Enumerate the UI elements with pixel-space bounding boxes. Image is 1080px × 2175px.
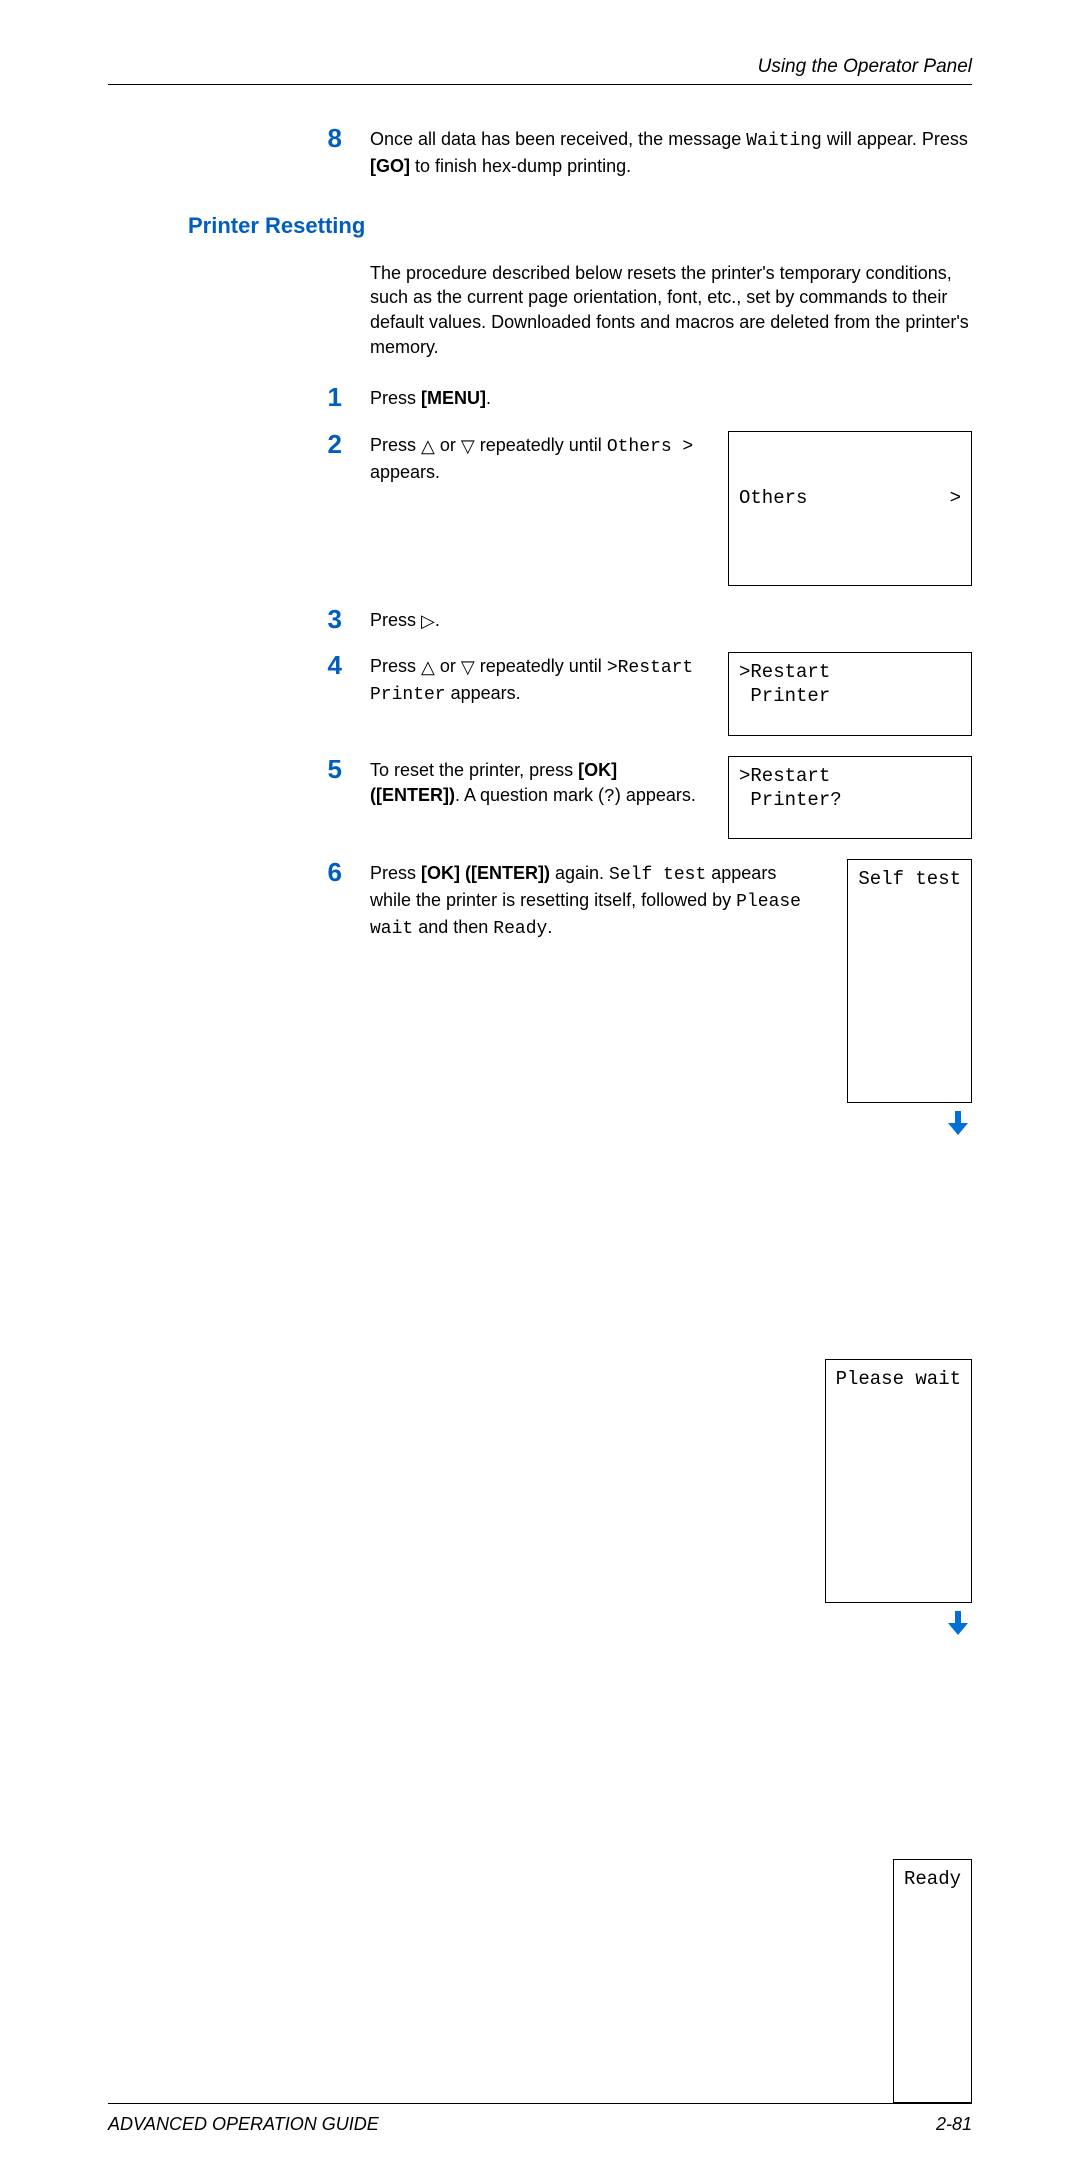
intro-paragraph: The procedure described below resets the… xyxy=(370,261,972,360)
step-2: 2 Press △ or ▽ repeatedly until Others >… xyxy=(108,431,972,586)
lcd-display-please-wait: Please wait xyxy=(825,1359,972,1603)
header-section-title: Using the Operator Panel xyxy=(758,56,972,77)
lcd-text-right: > xyxy=(950,487,961,511)
right-triangle-icon: ▷ xyxy=(421,611,435,631)
lcd-display-ready: Ready xyxy=(893,1859,972,2103)
lcd-display-restart-printer-confirm: >Restart Printer? xyxy=(728,756,972,840)
step-number: 2 xyxy=(302,431,370,457)
question-mark: ? xyxy=(604,787,615,807)
step-8: 8 Once all data has been received, the m… xyxy=(108,125,972,179)
menu-others: Others > xyxy=(607,437,693,457)
lcd-sequence: Self test Please wait Ready xyxy=(825,859,972,2103)
key-go: [GO] xyxy=(370,156,410,176)
step-number: 1 xyxy=(302,384,370,410)
arrow-down-icon xyxy=(944,1603,972,1859)
step-text: Press [MENU]. xyxy=(370,384,972,411)
page: Using the Operator Panel 8 Once all data… xyxy=(0,0,1080,2175)
step-number: 8 xyxy=(302,125,370,151)
step-3: 3 Press ▷. xyxy=(108,606,972,633)
lcd-text: >Restart Printer xyxy=(739,661,830,707)
step-4: 4 Press △ or ▽ repeatedly until >Restart… xyxy=(108,652,972,736)
step-text: Press [OK] ([ENTER]) again. Self test ap… xyxy=(370,859,807,941)
step-text: Press ▷. xyxy=(370,606,972,633)
lcd-display-others: Others > xyxy=(728,431,972,586)
step-6: 6 Press [OK] ([ENTER]) again. Self test … xyxy=(108,859,972,2103)
lcd-text: >Restart Printer? xyxy=(739,765,842,811)
msg-waiting: Waiting xyxy=(746,131,822,151)
step-1: 1 Press [MENU]. xyxy=(108,384,972,411)
key-ok-enter: [OK] ([ENTER]) xyxy=(421,863,550,883)
page-footer: ADVANCED OPERATION GUIDE 2-81 xyxy=(108,2103,972,2135)
down-triangle-icon: ▽ xyxy=(461,436,475,456)
step-number: 4 xyxy=(302,652,370,678)
arrow-down-icon xyxy=(944,1103,972,1359)
step-text: Press △ or ▽ repeatedly until Others > a… xyxy=(370,431,710,485)
step-text: Once all data has been received, the mes… xyxy=(370,125,972,179)
lcd-display-restart-printer: >Restart Printer xyxy=(728,652,972,736)
lcd-text: Self test xyxy=(858,868,961,890)
content: 8 Once all data has been received, the m… xyxy=(108,125,972,2103)
up-triangle-icon: △ xyxy=(421,436,435,456)
step-number: 3 xyxy=(302,606,370,632)
step-text: To reset the printer, press [OK] ([ENTER… xyxy=(370,756,710,810)
down-triangle-icon: ▽ xyxy=(461,657,475,677)
lcd-display-self-test: Self test xyxy=(847,859,972,1103)
lcd-text: Ready xyxy=(904,1868,961,1890)
msg-ready: Ready xyxy=(493,919,547,939)
footer-left: ADVANCED OPERATION GUIDE xyxy=(108,2114,379,2135)
lcd-text-left: Others xyxy=(739,487,807,511)
lcd-text: Please wait xyxy=(836,1368,961,1390)
step-number: 5 xyxy=(302,756,370,782)
up-triangle-icon: △ xyxy=(421,657,435,677)
key-menu: [MENU] xyxy=(421,388,486,408)
step-text: Press △ or ▽ repeatedly until >Restart P… xyxy=(370,652,710,708)
page-header: Using the Operator Panel xyxy=(108,56,972,85)
footer-right: 2-81 xyxy=(936,2114,972,2135)
step-5: 5 To reset the printer, press [OK] ([ENT… xyxy=(108,756,972,840)
msg-self-test: Self test xyxy=(609,865,706,885)
step-number: 6 xyxy=(302,859,370,885)
section-title: Printer Resetting xyxy=(188,213,972,239)
